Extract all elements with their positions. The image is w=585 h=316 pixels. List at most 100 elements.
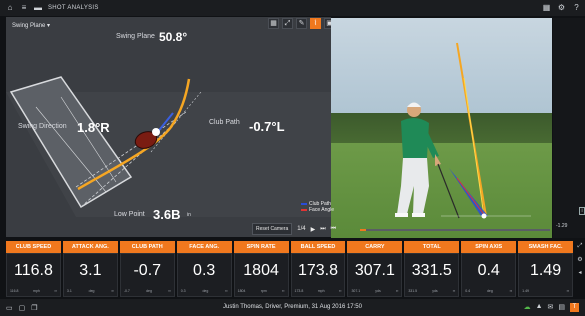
metric-tile[interactable]: CLUB PATH -0.7 -0.7 deg ▪▪	[119, 241, 175, 297]
metric-label-club-path: CLUB PATH	[119, 241, 175, 253]
view-select-value: Swing Plane	[12, 23, 46, 29]
legend-swatch-club-path	[301, 203, 307, 205]
metric-tile[interactable]: TOTAL 331.5 331.5 yds ▪▪	[404, 241, 460, 297]
cloud-icon[interactable]: ☁	[524, 303, 531, 312]
settings-small-icon[interactable]: ⚙	[575, 256, 585, 263]
low-point-value: 3.6B	[153, 207, 181, 222]
metric-sub-dots: ▪▪	[566, 289, 570, 293]
swing-video[interactable]	[331, 18, 552, 238]
play-icon[interactable]: ▶	[311, 226, 316, 233]
view-select-dropdown[interactable]: Swing Plane ▾	[12, 22, 50, 29]
metric-tile[interactable]: SPIN RATE 1804 1804 rpm ▪▪	[233, 241, 289, 297]
metric-sub-dots: ▪▪	[509, 289, 513, 293]
metric-sub-value: 1804	[237, 289, 246, 293]
metric-label-spin-axis: SPIN AXIS	[461, 241, 517, 253]
metric-sub: 0.4 deg ▪▪	[465, 289, 512, 293]
grid-icon[interactable]: ▦	[268, 18, 279, 29]
playback-speed[interactable]: 1/4	[297, 226, 305, 232]
metric-sub-value: 307.1	[351, 289, 361, 293]
pen-icon[interactable]: ✎	[296, 18, 307, 29]
metric-label-attack-ang: ATTACK ANG.	[62, 241, 118, 253]
metric-body: 0.3 0.3 deg ▪▪	[176, 253, 232, 297]
expand-icon[interactable]: ⤢	[575, 243, 585, 250]
metric-sub-dots: ▪▪	[338, 289, 342, 293]
swing-3d-view[interactable]: Swing Plane ▾ Swing Plane 50.8° Swing Di…	[6, 17, 331, 237]
metric-sub-value: 1.49	[522, 289, 529, 293]
club-path-value: -0.7°L	[249, 119, 285, 134]
metric-label-ball-speed: BALL SPEED	[290, 241, 346, 253]
metric-body: 3.1 3.1 deg ▪▪	[62, 253, 118, 297]
metric-sub-value: 0.4	[465, 289, 471, 293]
metric-sub: 3.1 deg ▪▪	[67, 289, 114, 293]
metric-body: 173.8 173.8 mph ▪▪	[290, 253, 346, 297]
metric-tile[interactable]: SPIN AXIS 0.4 0.4 deg ▪▪	[461, 241, 517, 297]
metric-tile[interactable]: CLUB SPEED 116.8 116.8 mph ▪▪	[6, 241, 61, 297]
metric-label-smash-fac: SMASH FAC.	[518, 241, 574, 253]
metric-tile[interactable]: BALL SPEED 173.8 173.8 mph ▪▪	[290, 241, 346, 297]
logo-button[interactable]: T	[570, 303, 579, 312]
swing-direction-label: Swing Direction	[18, 123, 67, 130]
low-point-label: Low Point	[114, 211, 145, 218]
metric-value-spin-axis: 0.4	[477, 262, 500, 279]
metric-sub: 116.8 mph ▪▪	[10, 289, 57, 293]
metric-sub-value: 173.8	[294, 289, 304, 293]
metric-unit: deg	[486, 289, 493, 293]
legend-swatch-face-angle	[301, 209, 307, 211]
metric-value-ball-speed: 173.8	[297, 262, 338, 279]
draw-lines-icon[interactable]: ⌇	[310, 18, 321, 29]
status-bar: ▭ ▢ ❐ Justin Thomas, Driver, Premium, 31…	[0, 299, 585, 316]
home-icon[interactable]: ⌂	[6, 4, 14, 12]
metric-sub: 1.49 ▪▪	[522, 289, 569, 293]
metric-sub-dots: ▪▪	[452, 289, 456, 293]
time-readout: -1.29	[556, 223, 568, 229]
metric-tile[interactable]: CARRY 307.1 307.1 yds ▪▪	[347, 241, 403, 297]
chat-icon[interactable]: ✉	[548, 303, 554, 312]
metric-sub-value: 116.8	[10, 289, 19, 293]
right-side-panel: i -1.29	[553, 18, 585, 238]
metric-unit: deg	[202, 289, 209, 293]
metric-value-attack-ang: 3.1	[79, 262, 102, 279]
metric-tile[interactable]: SMASH FAC. 1.49 1.49 ▪▪	[518, 241, 574, 297]
folder-icon[interactable]: ▬	[34, 4, 42, 12]
skip-icon[interactable]: ⏭	[320, 226, 325, 233]
reset-camera-button[interactable]: Reset Camera	[252, 223, 293, 235]
swing-plane-label: Swing Plane	[116, 33, 155, 40]
help-icon[interactable]: ?	[572, 3, 581, 12]
grid-view-icon[interactable]: ▦	[542, 3, 551, 12]
settings-icon[interactable]: ⚙	[557, 3, 566, 12]
arrow-left-icon[interactable]: ◂	[575, 269, 585, 276]
metric-body: 0.4 0.4 deg ▪▪	[461, 253, 517, 297]
document-icon[interactable]: ▤	[558, 303, 565, 312]
metric-label-total: TOTAL	[404, 241, 460, 253]
metrics-bar: CLUB SPEED 116.8 116.8 mph ▪▪ ATTACK ANG. 3.1 3…	[6, 241, 574, 297]
menu-icon[interactable]: ≡	[20, 4, 28, 12]
info-icon[interactable]: i	[579, 207, 585, 215]
metric-sub-value: 3.1	[66, 289, 72, 293]
metric-body: 307.1 307.1 yds ▪▪	[347, 253, 403, 297]
fullscreen-icon[interactable]: ⤢	[282, 18, 293, 29]
metric-label-face-ang: FACE ANG.	[176, 241, 232, 253]
metric-body: 1.49 1.49 ▪▪	[518, 253, 574, 297]
metric-value-club-speed: 116.8	[14, 262, 53, 279]
metric-sub-value: -0.7	[123, 289, 130, 293]
legend-label-face-angle: Face Angle	[309, 207, 335, 213]
metric-sub-dots: ▪▪	[395, 289, 399, 293]
golfer-figure	[395, 42, 531, 219]
metric-value-face-ang: 0.3	[193, 262, 216, 279]
metric-tile[interactable]: FACE ANG. 0.3 0.3 deg ▪▪	[176, 241, 232, 297]
video-controls: Reset Camera 1/4 ▶ ⏭ ⏮	[252, 222, 336, 236]
legend-item-face-angle: Face Angle	[301, 207, 334, 213]
metric-body: -0.7 -0.7 deg ▪▪	[119, 253, 175, 297]
rewind-icon[interactable]: ⏮	[331, 226, 336, 233]
video-scrubber[interactable]	[360, 229, 550, 231]
title-bar: ⌂ ≡ ▬ SHOT ANALYSIS ▦ ⚙ ?	[0, 0, 585, 16]
chevron-down-icon: ▾	[47, 23, 51, 29]
metric-unit: mph	[33, 289, 40, 293]
window-title: SHOT ANALYSIS	[48, 5, 99, 11]
metric-tile[interactable]: ATTACK ANG. 3.1 3.1 deg ▪▪	[62, 241, 118, 297]
swing-plane-value: 50.8°	[159, 30, 188, 44]
trace-legend: Club Path Face Angle	[301, 201, 334, 213]
video-toolbar: ▦ ⤢ ✎ ⌇ ▣	[268, 18, 335, 29]
metric-unit: yds	[432, 289, 438, 293]
scrubber-progress	[360, 229, 366, 231]
